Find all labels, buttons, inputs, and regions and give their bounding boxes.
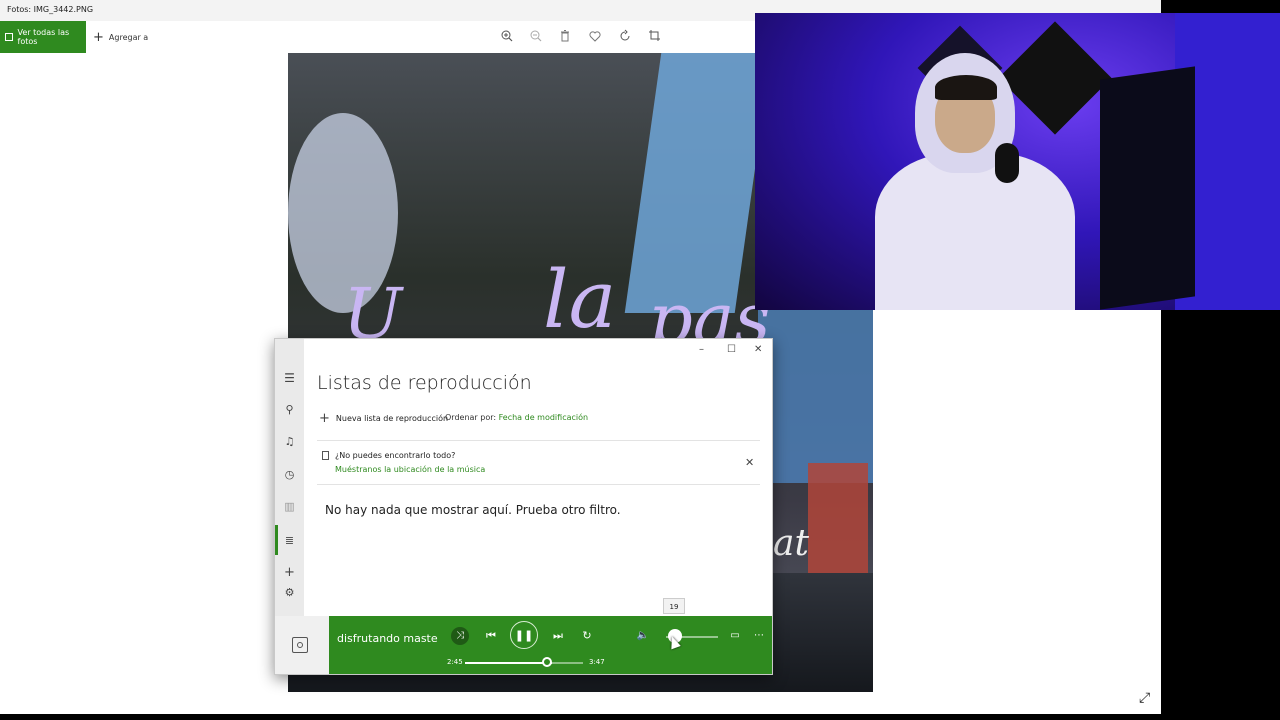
photo-lettering-2: la <box>543 253 617 346</box>
heart-icon[interactable] <box>588 29 602 43</box>
music-window: ☰ ⚲ ♫ ◷ ▥ ≣ + ⚙ – ☐ ✕ Listas de reproduc… <box>274 338 773 675</box>
webcam-overlay <box>755 13 1280 310</box>
now-playing-bar: disfrutando maste ⤨ ⏮ ❚❚ ⏭ ↻ 🔈 ▭ ⋯ 2:45 … <box>275 616 772 674</box>
settings-gear-icon[interactable]: ⚙ <box>275 586 304 599</box>
notice-question: ¿No puedes encontrarlo todo? <box>335 451 456 460</box>
webcam-person-hair <box>935 75 997 100</box>
webcam-monitor <box>1100 66 1195 310</box>
volume-icon[interactable]: 🔈 <box>635 627 651 645</box>
close-icon[interactable]: ✕ <box>754 344 762 355</box>
document-icon <box>322 451 329 460</box>
zoom-out-icon[interactable] <box>529 29 543 43</box>
crop-icon[interactable] <box>648 29 662 43</box>
seek-bar-thumb[interactable] <box>542 657 552 667</box>
current-time: 2:45 <box>447 658 463 666</box>
webcam-person-hoodie <box>875 153 1075 310</box>
more-options-icon[interactable]: ⋯ <box>751 627 767 645</box>
view-all-photos-label: Ver todas las fotos <box>17 28 70 46</box>
pause-icon[interactable]: ❚❚ <box>510 621 538 649</box>
view-all-photos-button[interactable]: Ver todas las fotos <box>0 21 86 53</box>
seek-bar-fill <box>465 662 553 664</box>
zoom-in-icon[interactable] <box>500 29 514 43</box>
photos-window-title: Fotos: IMG_3442.PNG <box>7 5 94 14</box>
hamburger-menu-icon[interactable]: ☰ <box>275 371 304 385</box>
add-to-label: Agregar a <box>108 32 149 42</box>
repeat-icon[interactable]: ↻ <box>579 627 595 645</box>
volume-tooltip: 19 <box>663 598 685 614</box>
maximize-icon[interactable]: ☐ <box>727 344 736 355</box>
sort-label: Ordenar por: <box>445 413 497 422</box>
expand-icon[interactable]: ⤢ <box>1139 690 1150 706</box>
divider <box>317 440 760 441</box>
shuffle-icon[interactable]: ⤨ <box>451 627 469 645</box>
add-to-button[interactable]: + Agregar a <box>93 21 148 53</box>
sort-value: Fecha de modificación <box>498 413 589 422</box>
album-art-button[interactable] <box>275 616 329 674</box>
notice-close-icon[interactable]: ✕ <box>745 456 754 469</box>
nav-rail: ☰ ⚲ ♫ ◷ ▥ ≣ + ⚙ <box>275 339 304 616</box>
music-note-icon[interactable]: ♫ <box>275 435 304 448</box>
previous-track-icon[interactable]: ⏮ <box>483 627 499 645</box>
speaker-icon <box>292 637 308 653</box>
minimize-icon[interactable]: – <box>699 344 704 355</box>
new-playlist-button[interactable]: + Nueva lista de reproducción <box>319 411 448 426</box>
seek-bar[interactable] <box>465 662 583 664</box>
sort-dropdown[interactable]: Ordenar por: Fecha de modificación <box>445 413 588 422</box>
music-location-link[interactable]: Muéstranos la ubicación de la música <box>335 465 485 474</box>
photo-lettering-4: at <box>773 523 809 564</box>
empty-state-message: No hay nada que mostrar aquí. Prueba otr… <box>325 503 621 517</box>
total-time: 3:47 <box>589 658 605 666</box>
photo-flag-right <box>758 283 873 483</box>
playlists-icon[interactable]: ≣ <box>275 534 304 547</box>
next-track-icon[interactable]: ⏭ <box>550 627 566 645</box>
webcam-microphone <box>995 143 1019 183</box>
plus-icon: + <box>93 29 104 45</box>
page-title: Listas de reproducción <box>317 372 532 394</box>
photo-gallery-icon <box>5 33 13 41</box>
plus-icon: + <box>319 411 330 426</box>
now-playing-bars-icon[interactable]: ▥ <box>275 500 304 513</box>
recent-clock-icon[interactable]: ◷ <box>275 468 304 481</box>
photo-flag-center <box>624 53 772 313</box>
rotate-icon[interactable] <box>618 29 632 43</box>
song-title[interactable]: disfrutando maste <box>337 632 438 645</box>
search-icon[interactable]: ⚲ <box>275 403 304 416</box>
delete-icon[interactable] <box>558 29 572 43</box>
new-playlist-label: Nueva lista de reproducción <box>335 414 449 423</box>
mini-player-icon[interactable]: ▭ <box>727 627 743 645</box>
divider <box>317 484 760 485</box>
webcam-person <box>875 53 1075 310</box>
new-playlist-plus-icon[interactable]: + <box>275 565 304 580</box>
